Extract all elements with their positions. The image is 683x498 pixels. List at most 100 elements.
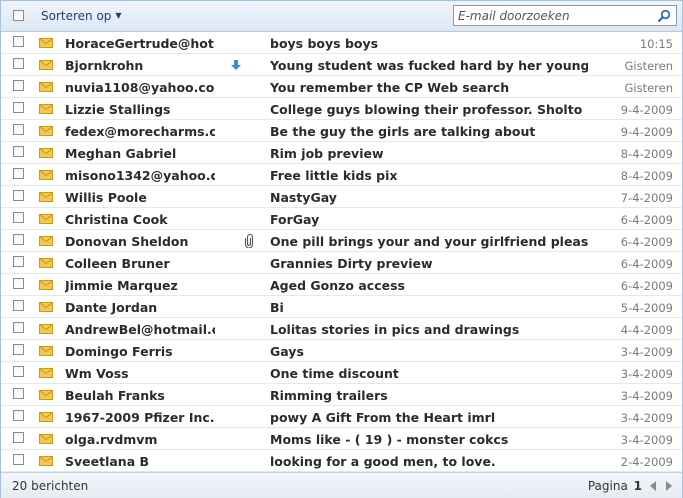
- message-date: 5-4-2009: [620, 301, 673, 315]
- message-row[interactable]: nuvia1108@yahoo.com You remember the CP W…: [1, 76, 682, 98]
- message-subject: Bi: [270, 300, 284, 315]
- message-row[interactable]: Christina Cook ForGay 6-4-2009: [1, 208, 682, 230]
- previous-page-icon[interactable]: [650, 481, 656, 491]
- toolbar: Sorteren op ▼: [1, 1, 682, 32]
- message-date: 3-4-2009: [620, 345, 673, 359]
- message-list: HoraceGertrude@hotma boys boys boys 10:15 B…: [1, 32, 682, 472]
- message-checkbox[interactable]: [13, 388, 24, 399]
- message-sender: Meghan Gabriel: [65, 146, 177, 161]
- envelope-icon: [39, 38, 53, 48]
- message-subject: NastyGay: [270, 190, 337, 205]
- sort-label: Sorteren op: [41, 9, 112, 23]
- message-checkbox[interactable]: [13, 278, 24, 289]
- message-sender: Willis Poole: [65, 190, 147, 205]
- message-subject: You remember the CP Web search: [270, 80, 510, 95]
- message-row[interactable]: Dante Jordan Bi 5-4-2009: [1, 296, 682, 318]
- envelope-icon: [39, 434, 53, 444]
- envelope-icon: [39, 82, 53, 92]
- message-checkbox[interactable]: [13, 300, 24, 311]
- envelope-icon: [39, 104, 53, 114]
- message-date: 4-4-2009: [620, 323, 673, 337]
- message-checkbox[interactable]: [13, 344, 24, 355]
- message-row[interactable]: 1967-2009 Pfizer Inc. powy A Gift From th…: [1, 406, 682, 428]
- message-checkbox[interactable]: [13, 168, 24, 179]
- message-row[interactable]: Colleen Bruner Grannies Dirty preview 6-4-…: [1, 252, 682, 274]
- envelope-icon: [39, 324, 53, 334]
- message-date: 10:15: [639, 37, 673, 51]
- paperclip-icon: [244, 234, 254, 248]
- message-subject: Rimming trailers: [270, 388, 388, 403]
- message-row[interactable]: Lizzie Stallings College guys blowing the…: [1, 98, 682, 120]
- message-checkbox[interactable]: [13, 366, 24, 377]
- message-row[interactable]: Willis Poole NastyGay 7-4-2009: [1, 186, 682, 208]
- message-row[interactable]: Beulah Franks Rimming trailers 3-4-2009: [1, 384, 682, 406]
- message-checkbox[interactable]: [13, 256, 24, 267]
- envelope-icon: [39, 346, 53, 356]
- envelope-icon: [39, 214, 53, 224]
- message-row[interactable]: Meghan Gabriel Rim job preview 8-4-2009: [1, 142, 682, 164]
- message-subject: boys boys boys: [270, 36, 379, 51]
- envelope-icon: [39, 60, 53, 70]
- message-date: 6-4-2009: [620, 279, 673, 293]
- message-row[interactable]: Sveetlana B looking for a good men, to lo…: [1, 450, 682, 472]
- envelope-icon: [39, 368, 53, 378]
- select-all-checkbox[interactable]: [13, 10, 24, 21]
- message-sender: misono1342@yahoo.com: [65, 168, 215, 183]
- message-checkbox[interactable]: [13, 146, 24, 157]
- message-checkbox[interactable]: [13, 454, 24, 465]
- message-sender: Colleen Bruner: [65, 256, 170, 271]
- page-number: 1: [633, 479, 642, 493]
- message-checkbox[interactable]: [13, 58, 24, 69]
- message-subject: Lolitas stories in pics and drawings: [270, 322, 520, 337]
- message-date: 3-4-2009: [620, 411, 673, 425]
- message-subject: Rim job preview: [270, 146, 384, 161]
- message-row[interactable]: misono1342@yahoo.com Free little kids pix…: [1, 164, 682, 186]
- message-checkbox[interactable]: [13, 410, 24, 421]
- message-checkbox[interactable]: [13, 432, 24, 443]
- message-sender: Bjornkrohn: [65, 58, 144, 73]
- message-date: 3-4-2009: [620, 389, 673, 403]
- envelope-icon: [39, 148, 53, 158]
- search-input[interactable]: [458, 7, 653, 24]
- message-date: 3-4-2009: [620, 433, 673, 447]
- message-row[interactable]: Bjornkrohn Young student was fucked hard …: [1, 54, 682, 76]
- envelope-icon: [39, 192, 53, 202]
- message-checkbox[interactable]: [13, 190, 24, 201]
- message-row[interactable]: Wm Voss One time discount 3-4-2009: [1, 362, 682, 384]
- sort-dropdown[interactable]: Sorteren op ▼: [41, 9, 122, 23]
- message-sender: Lizzie Stallings: [65, 102, 171, 117]
- message-subject: ForGay: [270, 212, 320, 227]
- message-date: 8-4-2009: [620, 169, 673, 183]
- message-sender: Jimmie Marquez: [65, 278, 178, 293]
- message-subject: Gays: [270, 344, 304, 359]
- message-checkbox[interactable]: [13, 102, 24, 113]
- message-row[interactable]: Jimmie Marquez Aged Gonzo access 6-4-2009: [1, 274, 682, 296]
- message-checkbox[interactable]: [13, 124, 24, 135]
- message-date: 3-4-2009: [620, 367, 673, 381]
- message-row[interactable]: fedex@morecharms.com Be the guy the girls…: [1, 120, 682, 142]
- message-sender: Domingo Ferris: [65, 344, 173, 359]
- message-subject: Free little kids pix: [270, 168, 398, 183]
- message-checkbox[interactable]: [13, 234, 24, 245]
- envelope-icon: [39, 412, 53, 422]
- message-checkbox[interactable]: [13, 322, 24, 333]
- envelope-icon: [39, 126, 53, 136]
- download-arrow-icon[interactable]: [230, 59, 242, 71]
- message-row[interactable]: AndrewBel@hotmail.com Lolitas stories in …: [1, 318, 682, 340]
- message-subject: Be the guy the girls are talking about: [270, 124, 536, 139]
- message-row[interactable]: HoraceGertrude@hotma boys boys boys 10:15: [1, 32, 682, 54]
- message-date: 6-4-2009: [620, 235, 673, 249]
- message-row[interactable]: olga.rvdmvm Moms like - ( 19 ) - monster …: [1, 428, 682, 450]
- message-row[interactable]: Donovan Sheldon One pill brings your and …: [1, 230, 682, 252]
- next-page-icon[interactable]: [666, 481, 672, 491]
- envelope-icon: [39, 456, 53, 466]
- message-row[interactable]: Domingo Ferris Gays 3-4-2009: [1, 340, 682, 362]
- message-subject: Moms like - ( 19 ) - monster cokcs: [270, 432, 509, 447]
- search-icon[interactable]: [656, 8, 672, 24]
- message-checkbox[interactable]: [13, 80, 24, 91]
- message-checkbox[interactable]: [13, 212, 24, 223]
- message-sender: olga.rvdmvm: [65, 432, 158, 447]
- search-box[interactable]: [453, 5, 677, 26]
- message-subject: One pill brings your and your girlfriend…: [270, 234, 588, 249]
- message-checkbox[interactable]: [13, 36, 24, 47]
